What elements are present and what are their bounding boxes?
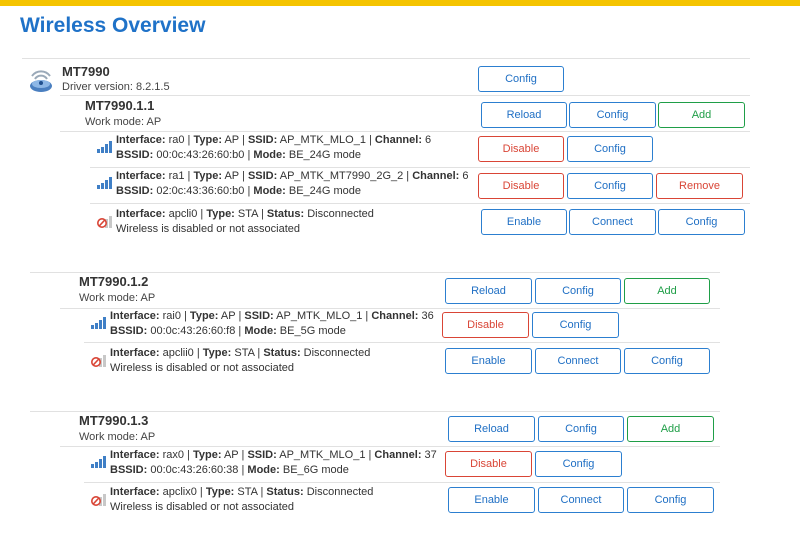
interface-details: Interface: ra1 | Type: AP | SSID: AP_MTK… (116, 170, 469, 197)
interface-config-button[interactable]: Config (567, 173, 653, 199)
radio-config-button[interactable]: Config (569, 102, 656, 128)
divider (22, 58, 750, 59)
interface-details: Interface: apcli0 | Type: STA | Status: … (116, 208, 374, 235)
connect-button[interactable]: Connect (538, 487, 624, 513)
signal-icon (91, 456, 106, 468)
interface-config-button[interactable]: Config (658, 209, 745, 235)
disabled-icon (91, 494, 106, 506)
disable-button[interactable]: Disable (445, 451, 532, 477)
connect-button[interactable]: Connect (569, 209, 656, 235)
divider (30, 272, 720, 273)
interface-config-button[interactable]: Config (532, 312, 619, 338)
enable-button[interactable]: Enable (481, 209, 567, 235)
work-mode: Work mode: AP (79, 292, 156, 304)
disable-button[interactable]: Disable (478, 173, 564, 199)
reload-button[interactable]: Reload (448, 416, 535, 442)
work-mode: Work mode: AP (85, 116, 162, 128)
enable-button[interactable]: Enable (445, 348, 532, 374)
work-mode: Work mode: AP (79, 431, 156, 443)
divider (84, 482, 720, 483)
divider (60, 446, 720, 447)
radio-name: MT7990.1.1 (85, 98, 155, 113)
radio-config-button[interactable]: Config (538, 416, 624, 442)
interface-config-button[interactable]: Config (627, 487, 714, 513)
divider (60, 131, 750, 132)
add-button[interactable]: Add (658, 102, 745, 128)
radio-config-button[interactable]: Config (535, 278, 621, 304)
signal-icon (91, 317, 106, 329)
divider (60, 95, 750, 96)
driver-version: Driver version: 8.2.1.5 (62, 81, 170, 93)
add-button[interactable]: Add (627, 416, 714, 442)
reload-button[interactable]: Reload (445, 278, 532, 304)
disabled-icon (97, 216, 112, 228)
interface-details: Interface: apclix0 | Type: STA | Status:… (110, 486, 374, 513)
add-button[interactable]: Add (624, 278, 710, 304)
interface-details: Interface: rax0 | Type: AP | SSID: AP_MT… (110, 449, 437, 476)
radio-name: MT7990.1.3 (79, 413, 149, 428)
signal-icon (97, 141, 112, 153)
interface-config-button[interactable]: Config (624, 348, 710, 374)
divider (90, 167, 750, 168)
interface-details: Interface: apclii0 | Type: STA | Status:… (110, 347, 371, 374)
page-title: Wireless Overview (20, 14, 206, 37)
interface-details: Interface: ra0 | Type: AP | SSID: AP_MTK… (116, 134, 432, 161)
interface-config-button[interactable]: Config (535, 451, 622, 477)
device-name: MT7990 (62, 64, 110, 79)
divider (30, 411, 720, 412)
disabled-icon (91, 355, 106, 367)
radio-name: MT7990.1.2 (79, 274, 149, 289)
connect-button[interactable]: Connect (535, 348, 621, 374)
reload-button[interactable]: Reload (481, 102, 567, 128)
divider (90, 203, 750, 204)
disable-button[interactable]: Disable (442, 312, 529, 338)
remove-button[interactable]: Remove (656, 173, 743, 199)
device-config-button[interactable]: Config (478, 66, 564, 92)
radio-device-icon (30, 70, 52, 92)
interface-details: Interface: rai0 | Type: AP | SSID: AP_MT… (110, 310, 434, 337)
signal-icon (97, 177, 112, 189)
top-accent-bar (0, 0, 800, 6)
disable-button[interactable]: Disable (478, 136, 564, 162)
divider (84, 342, 720, 343)
interface-config-button[interactable]: Config (567, 136, 653, 162)
enable-button[interactable]: Enable (448, 487, 535, 513)
